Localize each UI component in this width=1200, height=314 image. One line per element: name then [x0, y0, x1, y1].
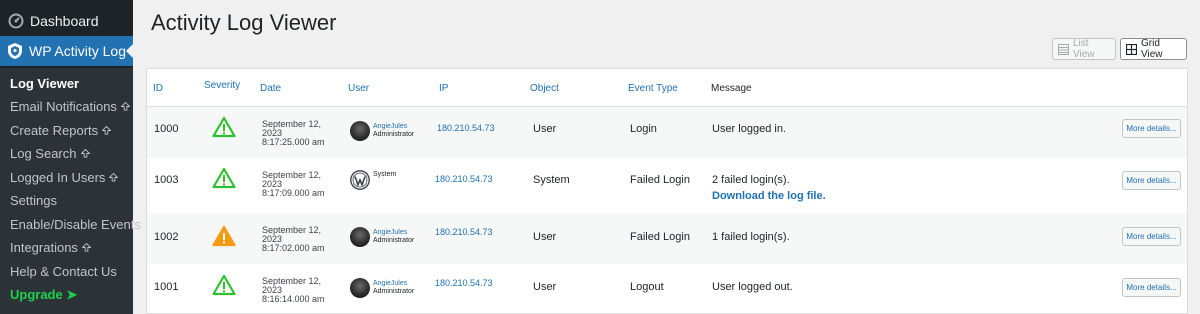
- sidebar-item-enable-disable-events[interactable]: Enable/Disable Events: [10, 217, 141, 232]
- sidebar-item-upgrade[interactable]: Upgrade ➤: [10, 287, 77, 303]
- column-header-message: Message: [711, 83, 752, 94]
- sidebar-item-label: Settings: [10, 193, 57, 208]
- event-type: Logout: [630, 281, 664, 293]
- table-header: ID Severity Date User IP Object Event Ty…: [147, 69, 1187, 107]
- user-name: System: [373, 171, 397, 178]
- grid-view-label: Grid View: [1141, 38, 1163, 60]
- event-time: 8:17:09.000 am: [262, 188, 325, 198]
- sidebar-item-label: Enable/Disable Events: [10, 217, 141, 232]
- event-type: Failed Login: [630, 174, 690, 186]
- sidebar-item-help-contact[interactable]: Help & Contact Us: [10, 264, 117, 279]
- sidebar-item-label: Help & Contact Us: [10, 264, 117, 279]
- ip-address-link[interactable]: 180.210.54.73: [435, 227, 493, 237]
- column-header-date[interactable]: Date: [260, 83, 281, 94]
- sidebar-item-label: Dashboard: [30, 13, 99, 29]
- event-id: 1001: [154, 281, 179, 293]
- user-avatar: [350, 227, 370, 247]
- event-type: Failed Login: [630, 231, 690, 243]
- sidebar-item-label: Create Reports: [10, 123, 99, 138]
- event-id: 1003: [154, 174, 179, 186]
- column-header-object[interactable]: Object: [530, 83, 559, 94]
- list-icon: [1058, 43, 1069, 55]
- sidebar-item-label: WP Activity Log: [29, 43, 127, 59]
- table-row: 1003 September 12, 2023 8:17:09.000 am S…: [147, 158, 1187, 209]
- severity-medium-icon: [212, 225, 236, 247]
- user-avatar: [350, 121, 370, 141]
- event-message: User logged out.: [712, 281, 793, 293]
- event-object: User: [533, 231, 557, 243]
- event-id: 1002: [154, 231, 179, 243]
- grid-icon: [1126, 43, 1137, 55]
- column-header-severity[interactable]: Severity: [204, 80, 240, 91]
- more-details-button[interactable]: More details...: [1122, 119, 1181, 138]
- premium-icon: [109, 173, 119, 182]
- column-header-ip[interactable]: IP: [439, 83, 448, 94]
- list-view-label: List View: [1073, 38, 1095, 60]
- premium-icon: [80, 149, 90, 158]
- event-time: 8:17:02.000 am: [262, 243, 325, 253]
- sidebar-item-dashboard[interactable]: Dashboard: [0, 8, 133, 34]
- event-message: 2 failed login(s).: [712, 174, 790, 186]
- premium-icon: [120, 102, 130, 111]
- list-view-button[interactable]: List View: [1052, 38, 1116, 60]
- severity-low-icon: [212, 167, 236, 189]
- active-menu-arrow: [126, 43, 134, 59]
- table-row: 1002 September 12, 2023 8:17:02.000 am A…: [147, 213, 1187, 264]
- premium-icon: [102, 126, 112, 135]
- sidebar-submenu: Log Viewer Email Notifications Create Re…: [0, 68, 141, 314]
- activity-log-table: ID Severity Date User IP Object Event Ty…: [146, 68, 1188, 314]
- user-avatar: [350, 278, 370, 298]
- event-object: System: [533, 174, 570, 186]
- user-role: Administrator: [373, 237, 415, 244]
- user-name-link[interactable]: AngieJules: [373, 123, 407, 130]
- dashboard-icon: [8, 13, 24, 29]
- sidebar-item-label: Log Search: [10, 146, 77, 161]
- sidebar-item-label: Log Viewer: [10, 76, 80, 91]
- column-header-id[interactable]: ID: [153, 83, 163, 94]
- grid-view-button[interactable]: Grid View: [1120, 38, 1187, 60]
- column-header-event-type[interactable]: Event Type: [628, 83, 678, 94]
- table-row: 1000 September 12, 2023 8:17:25.000 am A…: [147, 107, 1187, 158]
- sidebar-item-settings[interactable]: Settings: [10, 193, 57, 208]
- event-message: 1 failed login(s).: [712, 231, 790, 243]
- sidebar-item-wp-activity-log[interactable]: WP Activity Log: [0, 36, 133, 66]
- sidebar-item-integrations[interactable]: Integrations: [10, 240, 91, 255]
- more-details-button[interactable]: More details...: [1122, 171, 1181, 190]
- admin-sidebar: Dashboard WP Activity Log Log Viewer Ema…: [0, 0, 141, 314]
- more-details-button[interactable]: More details...: [1122, 227, 1181, 246]
- sidebar-item-log-search[interactable]: Log Search: [10, 146, 90, 161]
- event-message: User logged in.: [712, 123, 786, 135]
- event-type: Login: [630, 123, 657, 135]
- sidebar-item-label: Upgrade ➤: [10, 287, 78, 302]
- shield-icon: [6, 42, 24, 60]
- ip-address-link[interactable]: 180.210.54.73: [435, 278, 493, 288]
- event-time: 8:17:25.000 am: [262, 137, 325, 147]
- event-object: User: [533, 281, 557, 293]
- more-details-button[interactable]: More details...: [1122, 278, 1181, 297]
- wordpress-logo-icon: [350, 170, 370, 190]
- sidebar-item-create-reports[interactable]: Create Reports: [10, 123, 112, 138]
- sidebar-item-logged-in-users[interactable]: Logged In Users: [10, 170, 119, 185]
- sidebar-item-label: Integrations: [10, 240, 78, 255]
- severity-low-icon: [212, 116, 236, 138]
- premium-icon: [81, 243, 91, 252]
- event-id: 1000: [154, 123, 179, 135]
- column-header-user[interactable]: User: [348, 83, 369, 94]
- page-title: Activity Log Viewer: [151, 10, 337, 35]
- user-name-link[interactable]: AngieJules: [373, 280, 407, 287]
- table-row: 1001 September 12, 2023 8:16:14.000 am A…: [147, 264, 1187, 314]
- sidebar-item-label: Email Notifications: [10, 99, 117, 114]
- ip-address-link[interactable]: 180.210.54.73: [437, 123, 495, 133]
- user-name-link[interactable]: AngieJules: [373, 229, 407, 236]
- user-role: Administrator: [373, 131, 415, 138]
- ip-address-link[interactable]: 180.210.54.73: [435, 174, 493, 184]
- sidebar-item-email-notifications[interactable]: Email Notifications: [10, 99, 130, 114]
- event-object: User: [533, 123, 557, 135]
- event-time: 8:16:14.000 am: [262, 294, 325, 304]
- severity-low-icon: [212, 274, 236, 296]
- user-role: Administrator: [373, 288, 415, 295]
- sidebar-item-log-viewer[interactable]: Log Viewer: [10, 76, 79, 91]
- sidebar-item-label: Logged In Users: [10, 170, 106, 185]
- download-log-link[interactable]: Download the log file.: [712, 190, 826, 202]
